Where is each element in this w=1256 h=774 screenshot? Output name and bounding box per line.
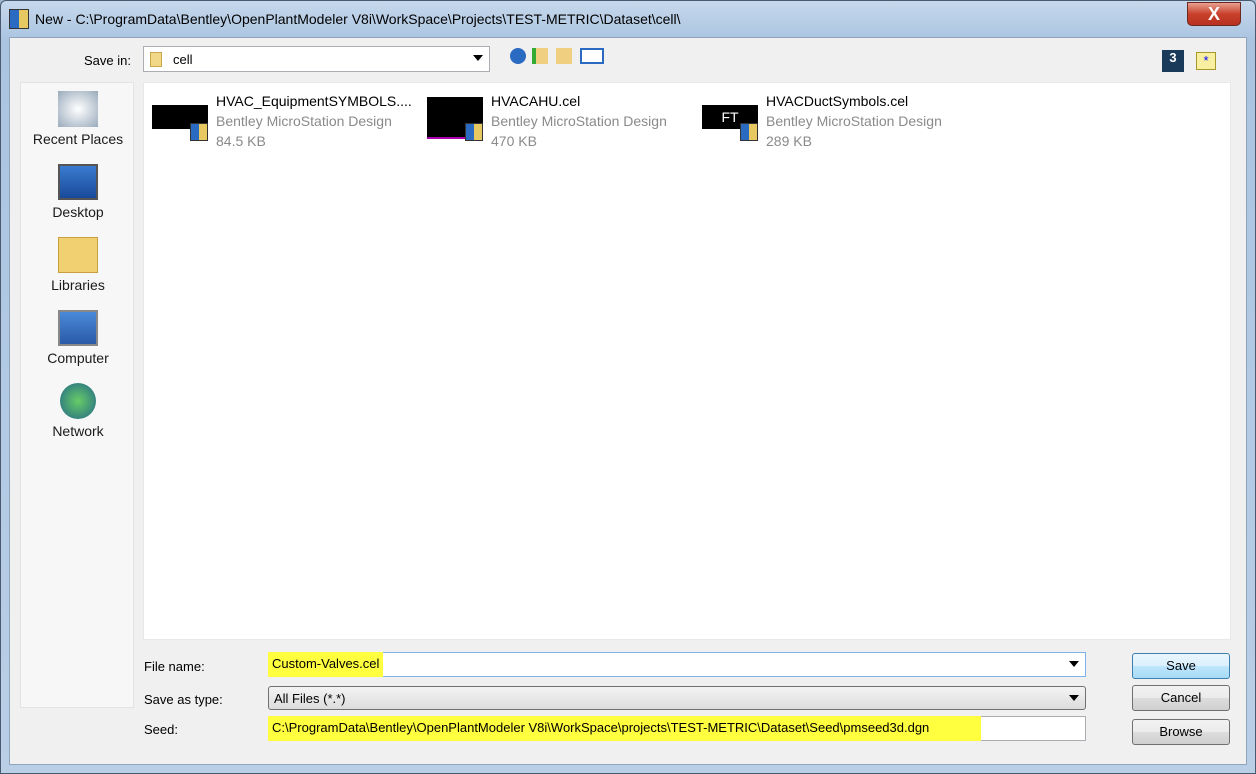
window-title: New - C:\ProgramData\Bentley\OpenPlantMo…: [35, 11, 681, 27]
save-dialog-window: New - C:\ProgramData\Bentley\OpenPlantMo…: [0, 0, 1256, 774]
up-folder-icon[interactable]: [532, 48, 548, 64]
save-in-combo[interactable]: cell: [143, 46, 490, 72]
file-size: 84.5 KB: [216, 133, 266, 149]
file-item[interactable]: HVACAHU.cel Bentley MicroStation Design …: [419, 93, 689, 153]
file-name-label: File name:: [144, 659, 205, 674]
place-network[interactable]: Network: [21, 383, 135, 439]
bentley-logo-icon[interactable]: 3: [1162, 50, 1184, 72]
chevron-down-icon: [1069, 661, 1079, 667]
seed-input[interactable]: C:\ProgramData\Bentley\OpenPlantModeler …: [268, 716, 1086, 741]
file-item[interactable]: HVAC_EquipmentSYMBOLS.... Bentley MicroS…: [144, 93, 414, 153]
special-folder-icon[interactable]: *: [1196, 52, 1216, 70]
place-label: Computer: [47, 350, 109, 366]
file-list[interactable]: HVAC_EquipmentSYMBOLS.... Bentley MicroS…: [143, 82, 1231, 640]
microstation-icon: [740, 123, 758, 141]
desktop-icon: [58, 164, 98, 200]
libraries-icon: [58, 237, 98, 273]
file-name: HVACAHU.cel: [491, 93, 581, 109]
place-recent-places[interactable]: Recent Places: [21, 91, 135, 147]
file-name: HVAC_EquipmentSYMBOLS....: [216, 93, 412, 109]
file-size: 470 KB: [491, 133, 537, 149]
cancel-button[interactable]: Cancel: [1132, 685, 1230, 711]
browse-button[interactable]: Browse: [1132, 719, 1230, 745]
place-computer[interactable]: Computer: [21, 310, 135, 366]
save-button[interactable]: Save: [1132, 653, 1230, 679]
recent-places-icon: [58, 91, 98, 127]
file-type: Bentley MicroStation Design: [766, 113, 942, 129]
app-icon: [9, 9, 29, 29]
file-name: HVACDuctSymbols.cel: [766, 93, 909, 109]
save-as-type-select[interactable]: All Files (*.*): [268, 686, 1086, 710]
chevron-down-icon: [1069, 695, 1079, 701]
save-in-value: cell: [173, 52, 193, 67]
file-type: Bentley MicroStation Design: [216, 113, 392, 129]
new-folder-icon[interactable]: [556, 48, 572, 64]
file-size: 289 KB: [766, 133, 812, 149]
save-as-type-value: All Files (*.*): [274, 691, 346, 706]
place-label: Recent Places: [32, 131, 124, 147]
chevron-down-icon: [473, 55, 483, 61]
seed-value: C:\ProgramData\Bentley\OpenPlantModeler …: [268, 716, 981, 741]
view-menu-icon[interactable]: [580, 48, 604, 64]
dialog-body: Save in: cell 3 * Recent Places Desktop …: [9, 37, 1247, 765]
folder-icon: [150, 52, 162, 67]
save-in-label: Save in:: [84, 53, 131, 68]
network-icon: [60, 383, 96, 419]
places-bar: Recent Places Desktop Libraries Computer…: [20, 82, 134, 708]
file-type: Bentley MicroStation Design: [491, 113, 667, 129]
computer-icon: [58, 310, 98, 346]
place-label: Libraries: [51, 277, 105, 293]
save-as-type-label: Save as type:: [144, 692, 223, 707]
file-name-input[interactable]: Custom-Valves.cel: [268, 652, 1086, 677]
microstation-icon: [465, 123, 483, 141]
microstation-icon: [190, 123, 208, 141]
back-icon[interactable]: [510, 48, 526, 64]
file-name-value: Custom-Valves.cel: [268, 652, 384, 677]
place-libraries[interactable]: Libraries: [21, 237, 135, 293]
file-item[interactable]: FT HVACDuctSymbols.cel Bentley MicroStat…: [694, 93, 964, 153]
place-desktop[interactable]: Desktop: [21, 164, 135, 220]
place-label: Network: [52, 423, 104, 439]
close-button[interactable]: X: [1187, 2, 1241, 26]
place-label: Desktop: [52, 204, 104, 220]
seed-label: Seed:: [144, 722, 178, 737]
